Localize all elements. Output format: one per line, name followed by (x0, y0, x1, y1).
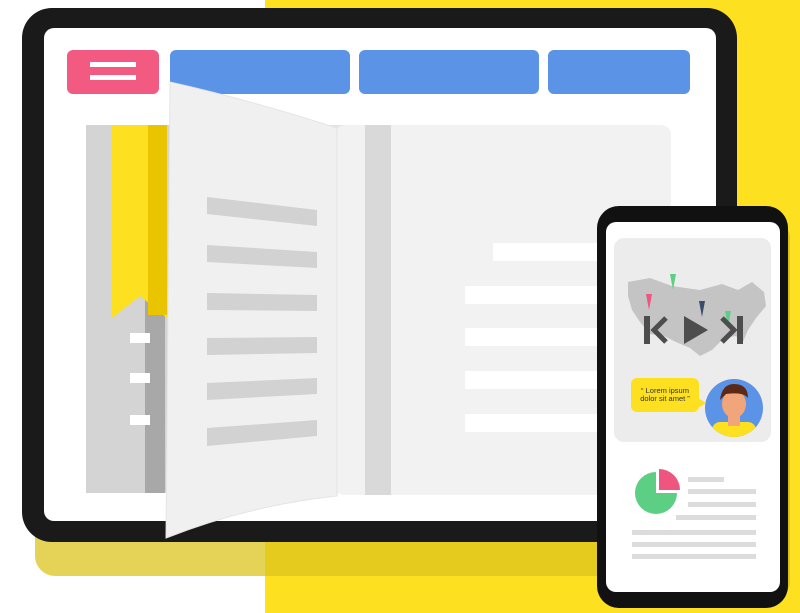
illustration: “ Lorem ipsum dolor sit amet ” (0, 0, 800, 613)
quote-bubble: “ Lorem ipsum dolor sit amet ” (631, 378, 706, 412)
nav-tab-3[interactable] (548, 50, 690, 94)
book-gutter (365, 125, 391, 495)
nav-tab-1[interactable] (170, 50, 350, 94)
scene-artwork (0, 0, 800, 613)
quote-text: “ Lorem ipsum dolor sit amet ” (640, 385, 690, 403)
menu-button[interactable] (67, 50, 159, 94)
nav-tab-2[interactable] (359, 50, 539, 94)
text-lines (632, 530, 756, 559)
